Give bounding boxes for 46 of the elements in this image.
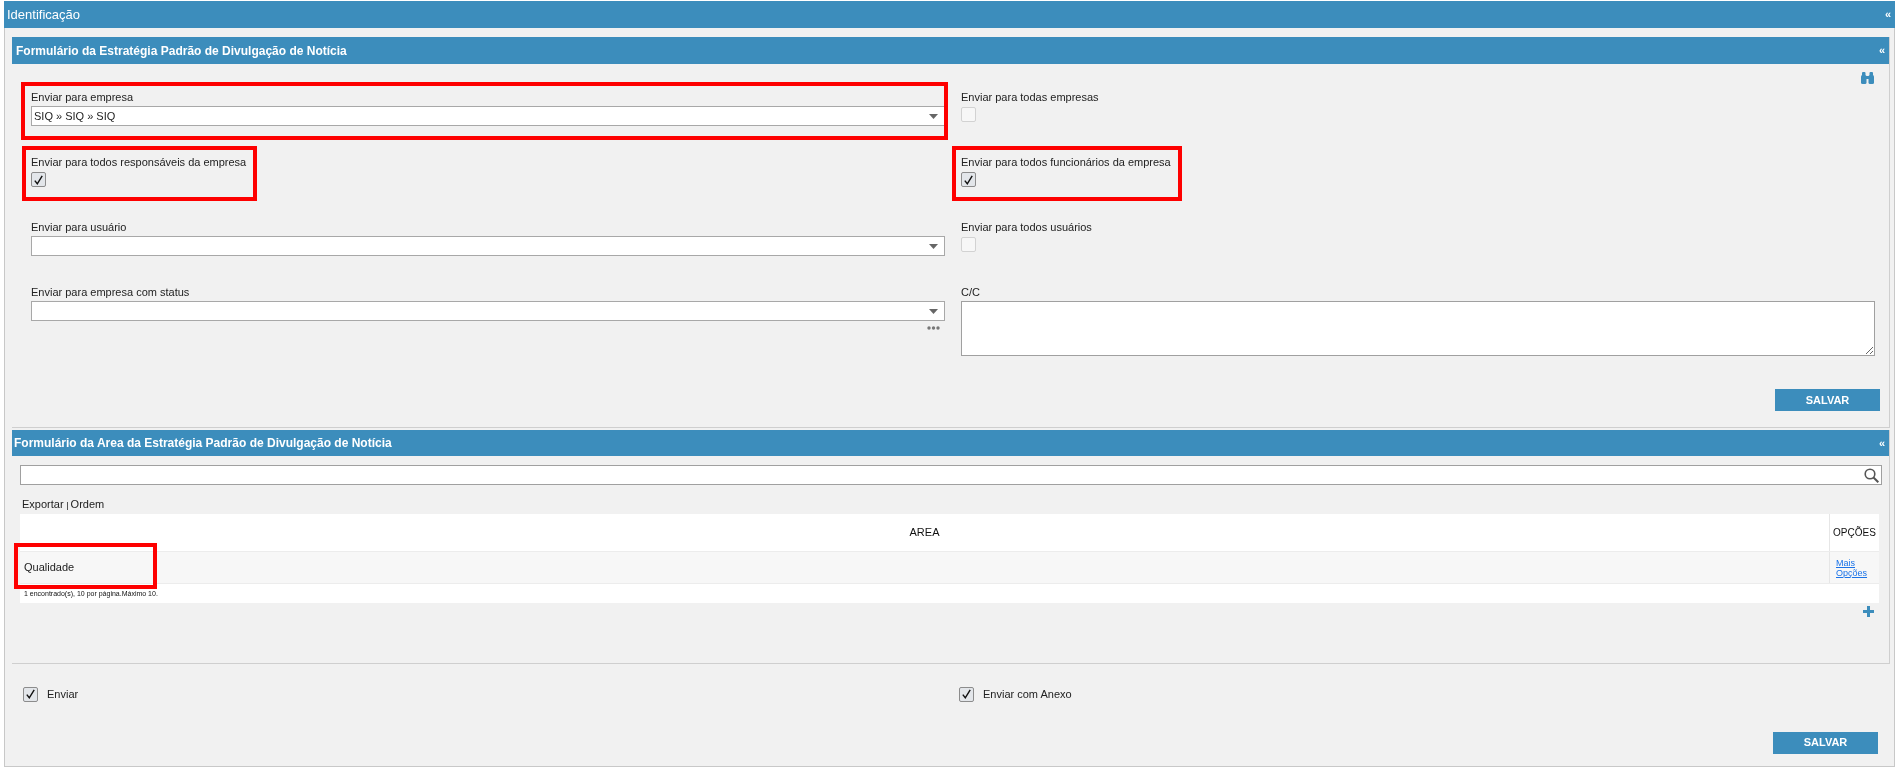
text-area[interactable] [961,301,1875,356]
column-header: OPÇÕES [1829,514,1879,551]
checkbox[interactable] [961,107,976,122]
binoculars-icon[interactable] [1861,72,1874,84]
select-field[interactable]: SIQ » SIQ » SIQ [31,106,945,126]
caret-icon [929,243,938,249]
more-icon[interactable] [927,326,940,330]
field-label: Enviar para usuário [31,220,128,234]
collapse-toggle[interactable]: « [1878,45,1885,56]
collapse-toggle[interactable]: « [1878,437,1885,449]
column-header: AREA [908,525,941,541]
field-label: Enviar para empresa [31,90,135,104]
caret-icon [929,308,938,314]
toolbar-link[interactable]: Exportar [22,498,64,511]
save-button[interactable]: SALVAR [1775,389,1880,411]
search-icon[interactable] [1864,467,1879,483]
toolbar-link[interactable]: Ordem [70,498,105,511]
section-title: Formulário da Estratégia Padrão de Divulgação de Notícia [16,42,347,60]
field-label: Enviar para todos funcionários da empresa [961,155,1171,169]
plus-icon[interactable] [1863,606,1874,617]
field-label: Enviar para todas empresas [961,90,1099,104]
field-label: Enviar para todos usuários [961,220,1092,234]
search-field[interactable] [20,465,1882,485]
field-label: Enviar para empresa com status [31,285,191,299]
save-button[interactable]: SALVAR [1773,731,1878,754]
collapse-toggle[interactable]: « [1884,9,1891,20]
section-title: Identificação [7,5,80,24]
checkbox[interactable] [23,686,38,702]
checkmark-icon [964,174,973,185]
field-label: Enviar para todos responsáveis da empresa [31,155,247,169]
checkbox[interactable] [961,172,976,187]
more-options-link[interactable]: Mais Opções [1836,557,1868,578]
section-title: Formulário da Area da Estratégia Padrão de Divulgação de Notícia [14,435,392,452]
caret-icon [929,113,938,119]
checkmark-icon [34,174,43,185]
select-field[interactable] [31,236,945,256]
checkbox[interactable] [959,686,974,702]
checkbox[interactable] [961,237,976,252]
field-label: C/C [961,285,981,299]
checkbox-label: Enviar [47,687,79,702]
checkmark-icon [26,689,35,700]
checkbox-label: Enviar com Anexo [983,687,1072,702]
checkbox[interactable] [31,172,46,187]
checkmark-icon [962,689,971,700]
select-field[interactable] [31,301,945,321]
table-cell-text: Qualidade [23,560,76,576]
